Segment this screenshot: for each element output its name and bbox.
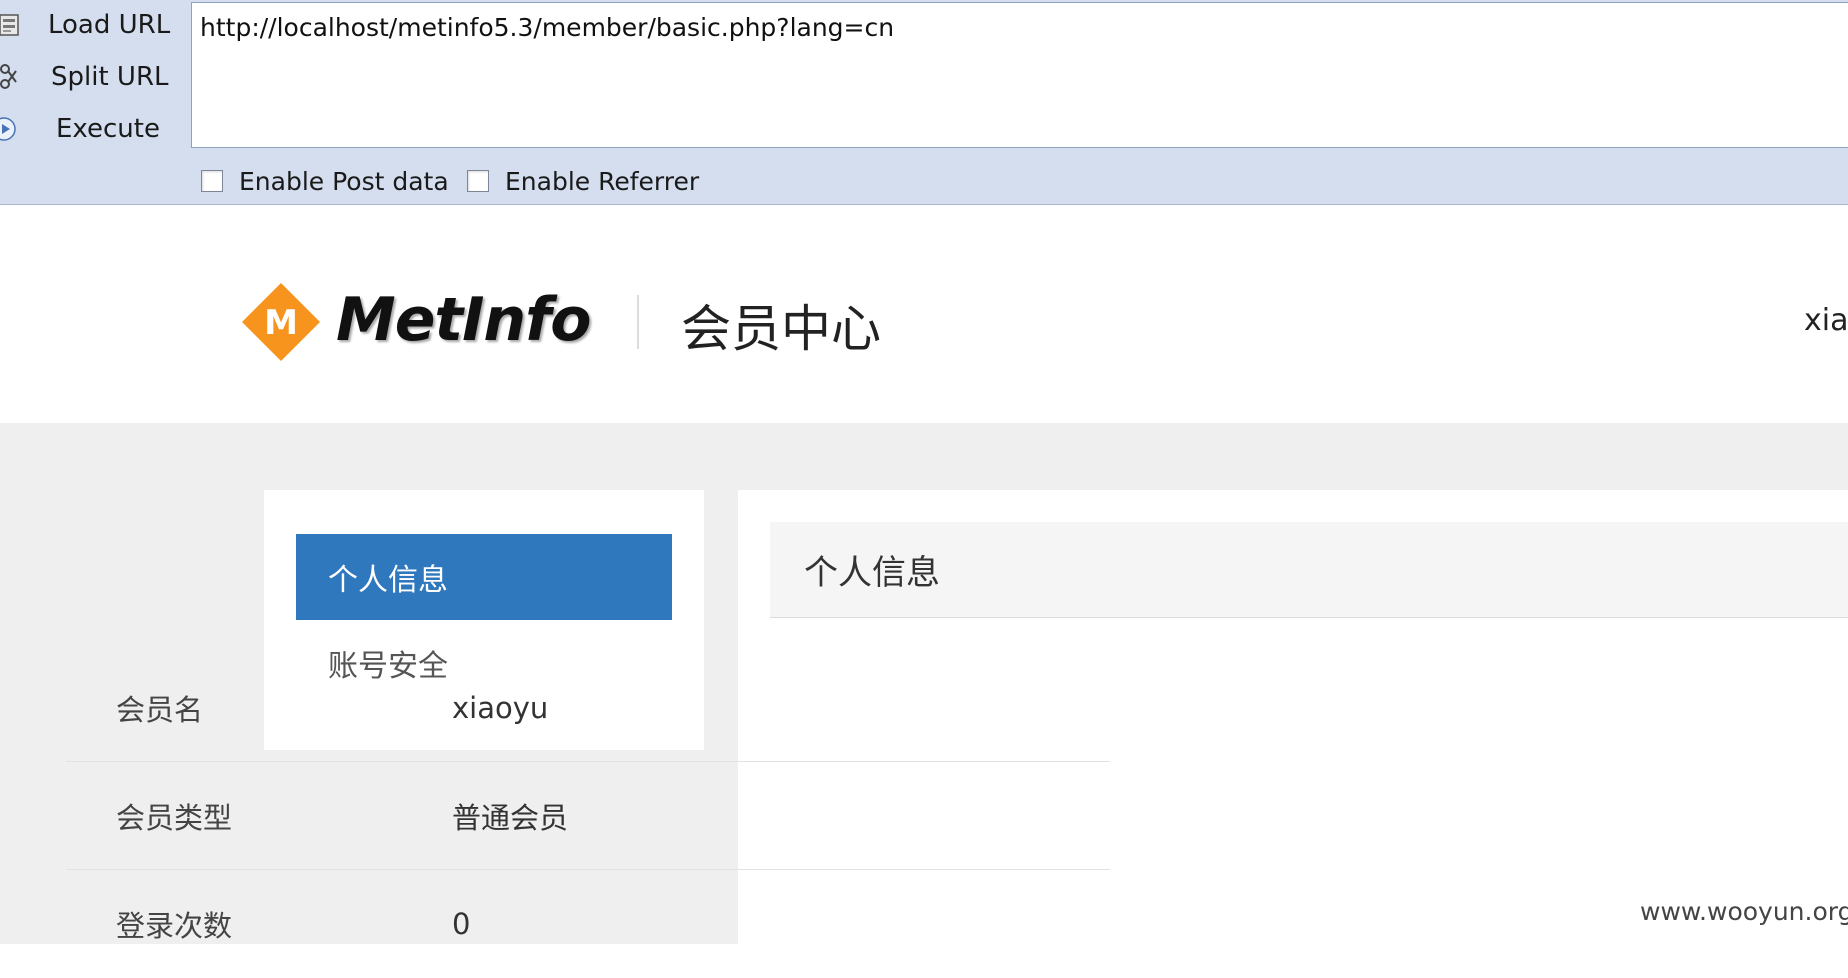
info-key: 会员名: [116, 693, 204, 727]
site-header: M MetInfo 会员中心 xiao: [0, 205, 1848, 423]
info-value: 0: [452, 907, 471, 941]
execute-label: Execute: [56, 114, 160, 144]
load-page-icon: [0, 14, 19, 36]
watermark-text: www.wooyun.org: [1640, 897, 1848, 926]
user-name-link[interactable]: xiao: [1804, 303, 1848, 338]
info-key: 会员类型: [116, 801, 233, 835]
page-title: 会员中心: [681, 300, 881, 358]
info-value: xiaoyu: [452, 691, 549, 725]
info-row-member-name: 会员名 xiaoyu: [66, 654, 1110, 762]
info-row-member-type: 会员类型 普通会员: [66, 762, 1110, 870]
logo-wordmark[interactable]: MetInfo: [336, 285, 591, 355]
header-divider: [637, 295, 639, 349]
metinfo-logo-icon[interactable]: M: [240, 281, 322, 363]
checkbox-box[interactable]: [201, 170, 223, 192]
load-url-label: Load URL: [48, 10, 171, 40]
enable-post-data-checkbox[interactable]: Enable Post data: [201, 166, 449, 196]
info-value: 普通会员: [452, 801, 569, 835]
url-textarea[interactable]: http://localhost/metinfo5.3/member/basic…: [191, 2, 1848, 148]
panel-title: 个人信息: [770, 522, 1848, 618]
execute-button[interactable]: Execute: [0, 104, 190, 154]
load-url-button[interactable]: Load URL: [0, 0, 190, 50]
hackbar-toolbar: Load URL Split URL Execute http://localh…: [0, 0, 1848, 205]
enable-referrer-label: Enable Referrer: [505, 166, 700, 196]
sidebar-item-profile[interactable]: 个人信息: [296, 534, 672, 620]
play-icon: [0, 117, 16, 141]
enable-post-data-label: Enable Post data: [239, 166, 449, 196]
checkbox-box[interactable]: [467, 170, 489, 192]
info-key: 登录次数: [116, 909, 233, 943]
info-row-login-count: 登录次数 0: [66, 870, 1110, 978]
enable-referrer-checkbox[interactable]: Enable Referrer: [467, 166, 699, 196]
split-url-label: Split URL: [51, 62, 169, 92]
split-url-button[interactable]: Split URL: [0, 52, 190, 102]
logo-letter: M: [264, 303, 298, 343]
scissors-icon: [0, 64, 17, 89]
